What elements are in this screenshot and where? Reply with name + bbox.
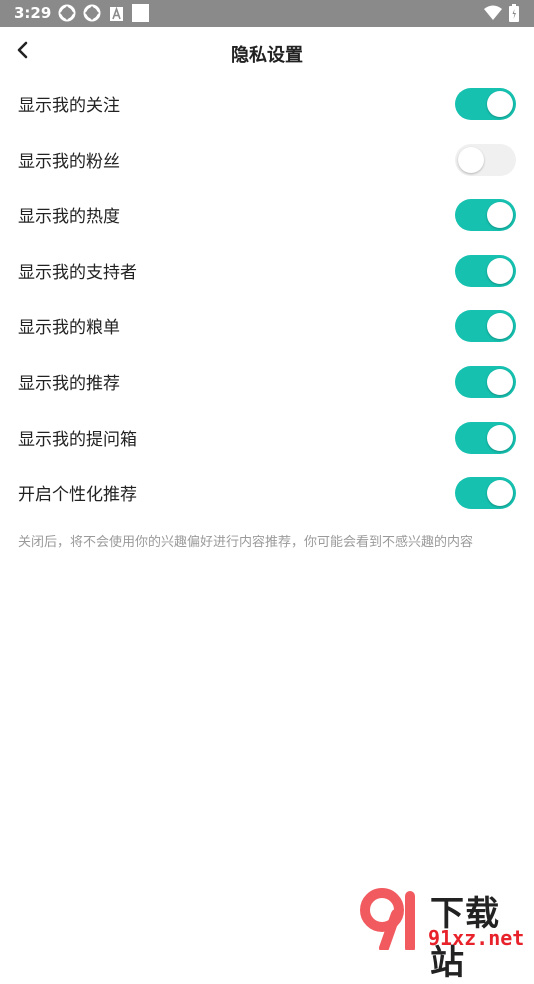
setting-row-fans: 显示我的粉丝 (0, 132, 534, 188)
setting-label: 显示我的粉丝 (18, 152, 120, 172)
toggle-knob (487, 313, 513, 339)
setting-row-heat: 显示我的热度 (0, 187, 534, 243)
toggle-personalized-recommend[interactable] (455, 477, 516, 509)
watermark-logo-icon (360, 888, 424, 954)
toggle-knob (487, 202, 513, 228)
setting-row-recommend: 显示我的推荐 (0, 354, 534, 410)
toggle-show-fans[interactable] (455, 144, 516, 176)
personalization-note: 关闭后，将不会使用你的兴趣偏好进行内容推荐，你可能会看到不感兴趣的内容 (18, 535, 474, 550)
font-icon (110, 6, 123, 25)
page-title: 隐私设置 (231, 45, 303, 66)
toggle-knob (487, 258, 513, 284)
status-time: 3:29 (14, 4, 52, 22)
setting-label: 显示我的推荐 (18, 374, 120, 394)
toggle-show-recommend[interactable] (455, 366, 516, 398)
battery-icon (509, 4, 519, 26)
setting-label: 显示我的热度 (18, 207, 120, 227)
wifi-icon (484, 5, 502, 25)
toggle-show-following[interactable] (455, 88, 516, 120)
toggle-knob (487, 369, 513, 395)
setting-row-following: 显示我的关注 (0, 76, 534, 132)
notification-square-icon (132, 4, 149, 26)
setting-label: 显示我的支持者 (18, 263, 137, 283)
toggle-show-question-box[interactable] (455, 422, 516, 454)
setting-row-list: 显示我的粮单 (0, 298, 534, 354)
setting-label: 显示我的提问箱 (18, 430, 137, 450)
sync-icon (58, 4, 76, 26)
sync-icon (83, 4, 101, 26)
setting-row-supporters: 显示我的支持者 (0, 243, 534, 299)
setting-row-personalized: 开启个性化推荐 (0, 465, 534, 521)
setting-label: 显示我的关注 (18, 96, 120, 116)
toggle-show-supporters[interactable] (455, 255, 516, 287)
toggle-show-list[interactable] (455, 310, 516, 342)
toggle-knob (487, 480, 513, 506)
nav-bar: 隐私设置 (0, 27, 534, 77)
status-bar: 3:29 (0, 0, 534, 27)
toggle-knob (487, 91, 513, 117)
toggle-knob (458, 147, 484, 173)
toggle-show-heat[interactable] (455, 199, 516, 231)
setting-row-question-box: 显示我的提问箱 (0, 410, 534, 466)
setting-label: 显示我的粮单 (18, 318, 120, 338)
setting-label: 开启个性化推荐 (18, 485, 137, 505)
watermark: 下载站 91xz.net (360, 886, 534, 983)
toggle-knob (487, 425, 513, 451)
watermark-site: 91xz.net (428, 926, 525, 950)
